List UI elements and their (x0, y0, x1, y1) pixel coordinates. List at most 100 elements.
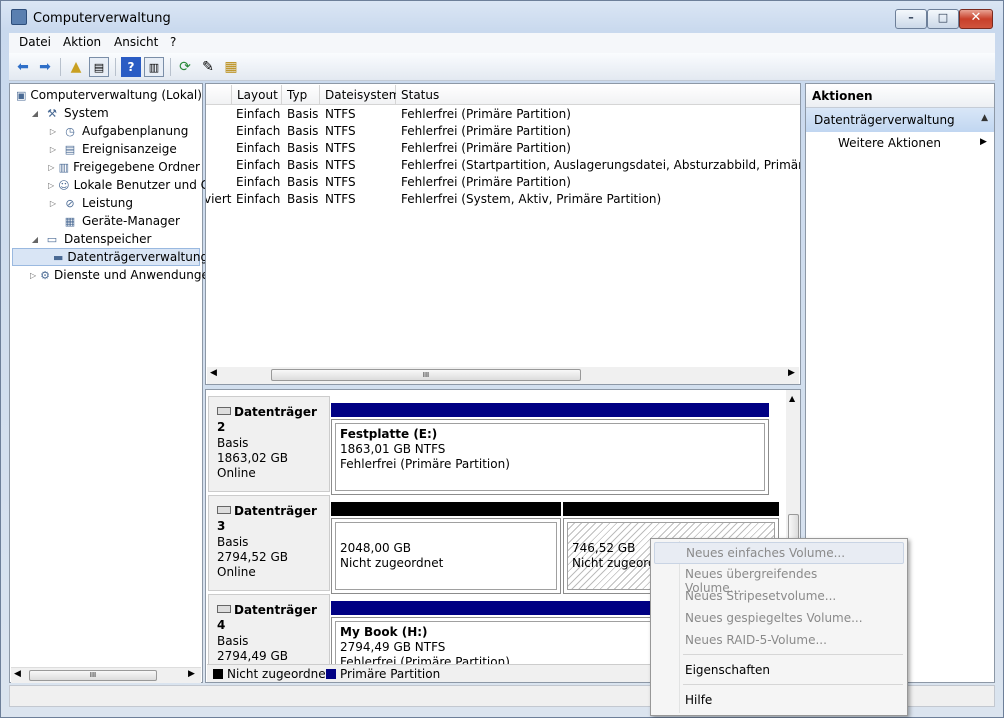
expand-toggle-icon[interactable]: ▷ (48, 199, 58, 208)
cell-fs: NTFS (325, 192, 356, 206)
col-dateisystem[interactable]: Dateisystem (320, 85, 400, 105)
scroll-up-icon[interactable]: ▲ (789, 394, 795, 403)
help-icon[interactable]: ? (121, 57, 141, 77)
tree-scroll-thumb[interactable]: III (29, 670, 157, 681)
cell-status: Fehlerfrei (Startpartition, Auslagerungs… (401, 158, 800, 172)
context-menu: Neues einfaches Volume... Neues übergreif… (650, 538, 908, 716)
more-actions-item[interactable]: Weitere Aktionen ▶ (806, 134, 994, 154)
refresh-icon[interactable]: ⟳ (175, 57, 195, 77)
scroll-left-icon[interactable]: ◀ (210, 368, 217, 378)
collapse-icon[interactable]: ▲ (981, 113, 988, 123)
cell-status: Fehlerfrei (System, Aktiv, Primäre Parti… (401, 192, 662, 206)
actions-section-label: Datenträgerverwaltung (814, 113, 955, 127)
col-status[interactable]: Status (396, 85, 800, 105)
tree-item-label: Aufgabenplanung (82, 124, 189, 138)
list-scroll-thumb[interactable]: III (271, 369, 581, 381)
tree-item[interactable]: ▷ ◷ Aufgabenplanung (12, 122, 200, 140)
table-row[interactable]: Einfach Basis NTFS Fehlerfrei (Primäre Part… (206, 140, 800, 157)
tree-item-label: Dienste und Anwendungen (54, 268, 217, 282)
menu-ansicht[interactable]: Ansicht (114, 35, 158, 49)
scroll-right-icon[interactable]: ▶ (188, 669, 195, 679)
show-hide-tree-icon[interactable]: ▤ (89, 57, 109, 77)
tree-item[interactable]: ◢ ▭ Datenspeicher (12, 230, 200, 248)
forward-icon[interactable]: ➡ (35, 57, 55, 77)
scroll-right-icon[interactable]: ▶ (788, 368, 795, 378)
expand-toggle-icon[interactable]: ▷ (48, 163, 55, 172)
clock-icon: ◷ (65, 124, 75, 138)
menu-separator (683, 654, 903, 655)
expand-toggle-icon[interactable]: ▷ (30, 271, 36, 280)
table-row[interactable]: Einfach Basis NTFS Fehlerfrei (Primäre Part… (206, 174, 800, 191)
menu-help[interactable]: ? (170, 35, 176, 49)
partition[interactable]: 2048,00 GB Nicht zugeordnet (331, 518, 561, 594)
disk-info[interactable]: Datenträger 3 Basis 2794,52 GB Online (208, 495, 330, 591)
tree-item[interactable]: ▬ Datenträgerverwaltung (12, 248, 208, 266)
partition[interactable]: Festplatte (E:) 1863,01 GB NTFS Fehlerfrei… (331, 419, 769, 495)
menu-aktion[interactable]: Aktion (63, 35, 101, 49)
tree-item-label: Leistung (82, 196, 133, 210)
context-menu-item[interactable]: Neues gespiegeltes Volume... (654, 608, 904, 630)
navigation-tree: ▣ Computerverwaltung (Lokal) ◢ ⚒ System ▷ ◷ Auf… (9, 83, 216, 683)
col-layout[interactable]: Layout (232, 85, 282, 105)
cell-fs: NTFS (325, 141, 356, 155)
up-folder-icon[interactable]: ▲ (66, 57, 86, 77)
cell-type: Basis (287, 175, 319, 189)
menu-datei[interactable]: Datei (19, 35, 51, 49)
expand-toggle-icon[interactable]: ▷ (48, 127, 58, 136)
expand-toggle-icon[interactable]: ▷ (48, 145, 58, 154)
table-row[interactable]: Einfach Basis NTFS Fehlerfrei (Primäre Part… (206, 123, 800, 140)
cell-layout: Einfach (236, 141, 281, 155)
tree-item[interactable]: ▷ ▥ Freigegebene Ordner (12, 158, 200, 176)
tree-item[interactable]: ▷ ▤ Ereignisanzeige (12, 140, 200, 158)
tree-horizontal-scrollbar[interactable]: ◀ III ▶ (11, 667, 201, 683)
tree-item[interactable]: ▷ ⊘ Leistung (12, 194, 200, 212)
more-actions-label: Weitere Aktionen (838, 136, 941, 150)
tree-item[interactable]: ▷ ☺ Lokale Benutzer und Gr (12, 176, 215, 194)
cell-status: Fehlerfrei (Primäre Partition) (401, 141, 571, 155)
expand-toggle-icon[interactable]: ◢ (30, 235, 40, 244)
disk-size: 2794,49 GB (217, 649, 288, 663)
tree-item[interactable]: ▷ ⚙ Dienste und Anwendungen (12, 266, 216, 284)
disk-icon (217, 605, 231, 613)
disk-kind: Basis (217, 436, 249, 450)
table-row[interactable]: Einfach Basis NTFS Fehlerfrei (Startpartiti… (206, 157, 800, 174)
col-typ[interactable]: Typ (282, 85, 320, 105)
export-icon[interactable]: ▦ (221, 57, 241, 77)
show-hide-action-icon[interactable]: ▥ (144, 57, 164, 77)
table-row[interactable]: viert Einfach Basis NTFS Fehlerfrei (System,… (206, 191, 800, 208)
disk-kind: Basis (217, 535, 249, 549)
tree-item-label: Lokale Benutzer und Gr (73, 178, 215, 192)
disk-size: 2794,52 GB (217, 550, 288, 564)
context-menu-item[interactable]: Neues übergreifendes Volume... (654, 564, 904, 595)
partition-bar (331, 403, 769, 417)
context-menu-item[interactable]: Eigenschaften (654, 660, 904, 682)
disk-state: Online (217, 565, 256, 579)
disk-info[interactable]: Datenträger 2 Basis 1863,02 GB Online (208, 396, 330, 492)
expand-toggle-icon[interactable]: ◢ (30, 109, 40, 118)
back-icon[interactable]: ⬅ (13, 57, 33, 77)
minimize-button[interactable]: – (895, 9, 927, 29)
tree-item[interactable]: ◢ ⚒ System (12, 104, 200, 122)
disk-scroll-thumb[interactable] (788, 514, 799, 540)
context-menu-item[interactable]: Neues einfaches Volume... (654, 542, 904, 564)
context-menu-item[interactable]: Neues RAID-5-Volume... (654, 630, 904, 652)
context-menu-item[interactable]: Neues Stripesetvolume... (654, 586, 904, 608)
tree-item[interactable]: ▣ Computerverwaltung (Lokal) (12, 86, 202, 104)
disk-size: 1863,02 GB (217, 451, 288, 465)
scroll-left-icon[interactable]: ◀ (14, 669, 21, 679)
expand-toggle-icon[interactable]: ▷ (48, 181, 54, 190)
tree-item[interactable]: ▦ Geräte-Manager (12, 212, 200, 230)
list-horizontal-scrollbar[interactable]: ◀ III ▶ (207, 367, 799, 384)
actions-section-disk-management[interactable]: Datenträgerverwaltung ▲ (806, 108, 994, 132)
disk-state: Online (217, 466, 256, 480)
menu-bar: Datei Aktion Ansicht ? (9, 33, 995, 53)
table-row[interactable]: Einfach Basis NTFS Fehlerfrei (Primäre Part… (206, 106, 800, 123)
close-button[interactable]: ✕ (959, 9, 993, 29)
context-menu-item[interactable]: Hilfe (654, 690, 904, 712)
cell-status: Fehlerfrei (Primäre Partition) (401, 175, 571, 189)
maximize-button[interactable]: □ (927, 9, 959, 29)
disk-name: Datenträger 3 (217, 504, 317, 533)
properties-icon[interactable]: ✎ (198, 57, 218, 77)
tree-item-label: Datenspeicher (64, 232, 152, 246)
title-bar[interactable]: Computerverwaltung – □ ✕ (1, 1, 1003, 33)
